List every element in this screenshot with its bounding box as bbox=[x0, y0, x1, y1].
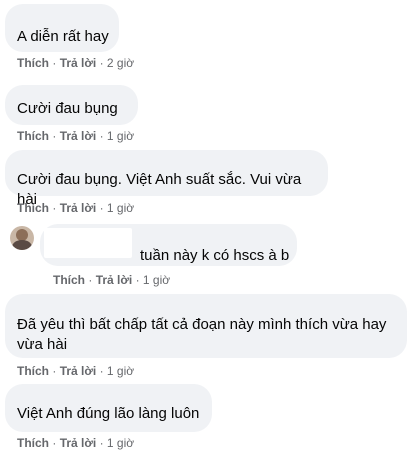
comment-author-redacted[interactable] bbox=[17, 154, 97, 161]
like-button[interactable]: Thích bbox=[17, 436, 49, 450]
comment-bubble: Đã yêu thì bất chấp tất cả đoạn này mình… bbox=[5, 294, 407, 358]
separator: · bbox=[52, 56, 57, 70]
comment-text: Cười đau bụng bbox=[17, 100, 118, 117]
separator: · bbox=[88, 273, 93, 287]
reply-actions: Thích · Trả lời · 1 giờ bbox=[53, 273, 170, 287]
comment-time[interactable]: 1 giờ bbox=[107, 436, 134, 450]
separator: · bbox=[52, 129, 57, 143]
comment-text: tuần này k có hscs à b bbox=[140, 247, 290, 264]
reply-button[interactable]: Trả lời bbox=[60, 436, 97, 450]
separator: · bbox=[99, 129, 104, 143]
comment-text: Việt Anh đúng lão làng luôn bbox=[17, 405, 200, 422]
like-button[interactable]: Thích bbox=[53, 273, 85, 287]
reply-button[interactable]: Trả lời bbox=[60, 364, 97, 378]
comment-bubble: Cười đau bụng. Việt Anh suất sắc. Vui vừ… bbox=[5, 150, 328, 208]
comment-time[interactable]: 1 giờ bbox=[107, 364, 134, 378]
comment-bubble: Việt Anh đúng lão làng luôn bbox=[5, 384, 212, 432]
comment-author-redacted[interactable] bbox=[17, 300, 112, 307]
comment-actions: Thích · Trả lời · 1 giờ bbox=[17, 129, 134, 143]
separator: · bbox=[99, 56, 104, 70]
reply-button[interactable]: Trả lời bbox=[60, 56, 97, 70]
comment-author-redacted[interactable] bbox=[17, 6, 77, 14]
comment-author-redacted[interactable] bbox=[17, 388, 97, 395]
separator: · bbox=[52, 364, 57, 378]
comment-time[interactable]: 2 giờ bbox=[107, 56, 134, 70]
separator: · bbox=[99, 201, 104, 215]
comment-time[interactable]: 1 giờ bbox=[143, 273, 170, 287]
separator: · bbox=[99, 436, 104, 450]
like-button[interactable]: Thích bbox=[17, 364, 49, 378]
comment-time[interactable]: 1 giờ bbox=[107, 129, 134, 143]
like-button[interactable]: Thích bbox=[17, 56, 49, 70]
comment-actions: Thích · Trả lời · 1 giờ bbox=[17, 201, 134, 215]
comment-text: Đã yêu thì bất chấp tất cả đoạn này mình… bbox=[17, 316, 387, 353]
separator: · bbox=[52, 201, 57, 215]
separator: · bbox=[99, 364, 104, 378]
like-button[interactable]: Thích bbox=[17, 129, 49, 143]
reply-button[interactable]: Trả lời bbox=[60, 129, 97, 143]
separator: · bbox=[135, 273, 140, 287]
avatar[interactable] bbox=[10, 226, 34, 250]
comment-actions: Thích · Trả lời · 1 giờ bbox=[17, 364, 134, 378]
comment-bubble: Cười đau bụng bbox=[5, 85, 138, 125]
comment-time[interactable]: 1 giờ bbox=[107, 201, 134, 215]
separator: · bbox=[52, 436, 57, 450]
comment-actions: Thích · Trả lời · 2 giờ bbox=[17, 56, 134, 70]
reply-button[interactable]: Trả lời bbox=[60, 201, 97, 215]
comment-bubble: A diễn rất hay bbox=[5, 4, 119, 52]
reply-button[interactable]: Trả lời bbox=[96, 273, 133, 287]
like-button[interactable]: Thích bbox=[17, 201, 49, 215]
comment-author-redacted[interactable] bbox=[17, 88, 117, 94]
redaction-block bbox=[44, 228, 132, 258]
comment-actions: Thích · Trả lời · 1 giờ bbox=[17, 436, 134, 450]
comment-text: A diễn rất hay bbox=[17, 28, 109, 45]
